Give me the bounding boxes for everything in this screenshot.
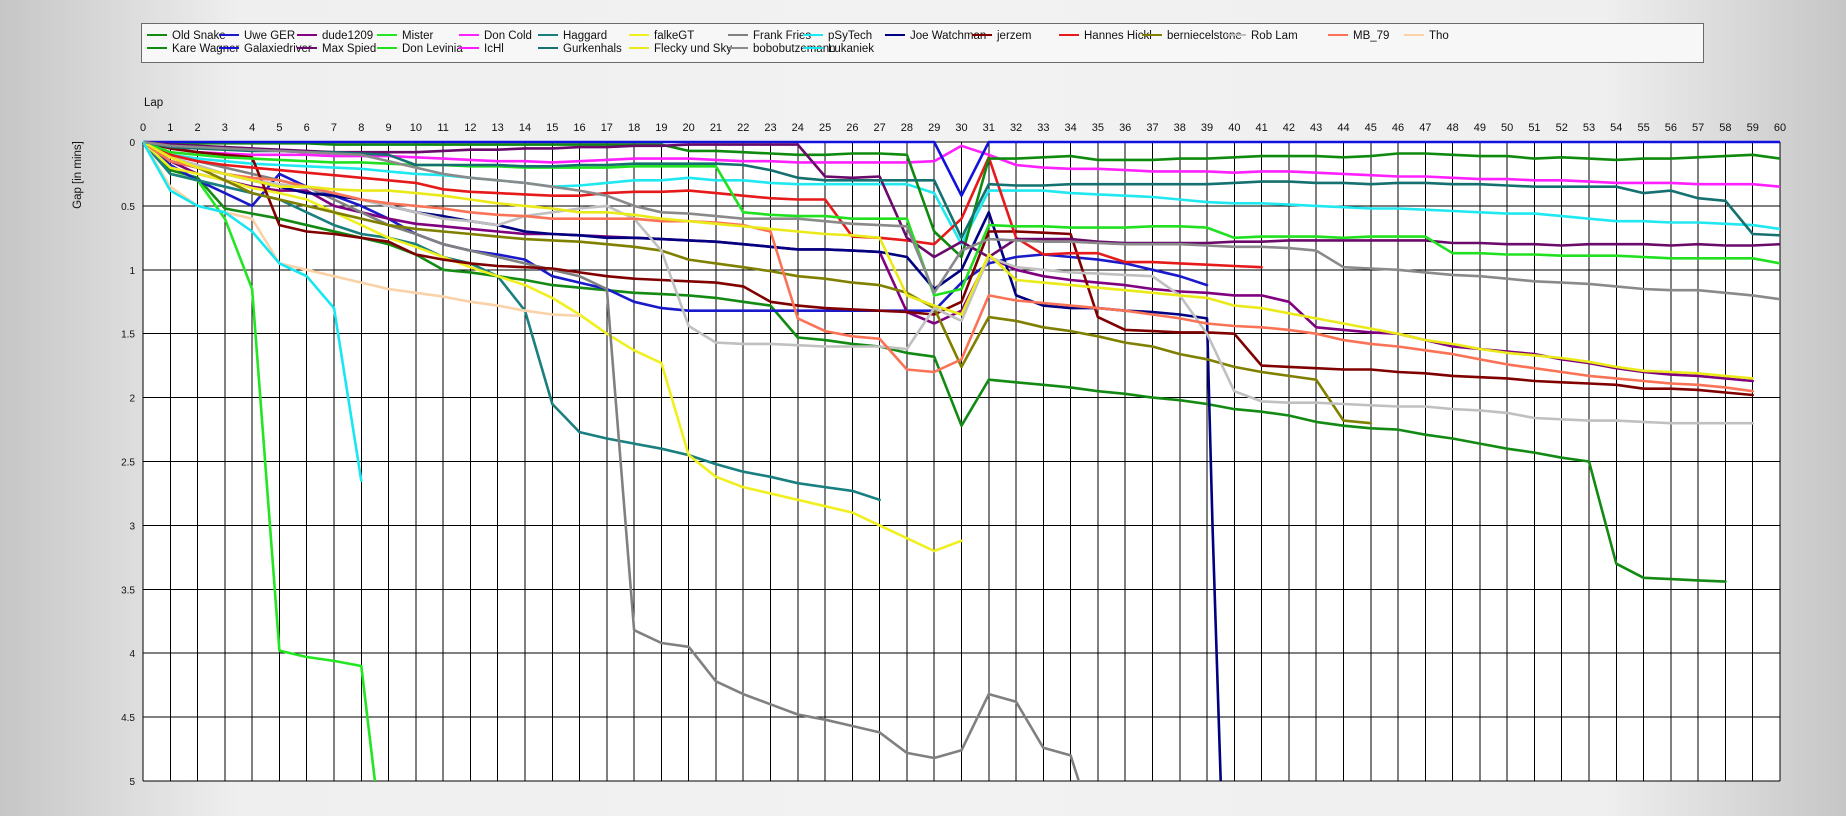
- x-tick-label: 4: [249, 122, 255, 134]
- y-tick-label: 4: [129, 649, 135, 660]
- x-tick-label: 2: [195, 122, 201, 134]
- x-tick-label: 51: [1528, 122, 1540, 134]
- x-tick-label: 53: [1583, 122, 1595, 134]
- x-tick-label: 26: [846, 122, 858, 134]
- x-tick-label: 54: [1610, 122, 1622, 134]
- y-tick-label: 4.5: [121, 713, 135, 724]
- x-tick-label: 24: [792, 122, 804, 134]
- x-tick-label: 48: [1446, 122, 1458, 134]
- x-tick-label: 45: [1365, 122, 1377, 134]
- x-tick-label: 49: [1474, 122, 1486, 134]
- x-tick-label: 9: [385, 122, 391, 134]
- x-tick-label: 56: [1665, 122, 1677, 134]
- x-tick-label: 6: [304, 122, 310, 134]
- x-tick-label: 39: [1201, 122, 1213, 134]
- x-tick-label: 46: [1392, 122, 1404, 134]
- x-tick-label: 42: [1283, 122, 1295, 134]
- x-tick-label: 43: [1310, 122, 1322, 134]
- x-tick-label: 15: [546, 122, 558, 134]
- y-tick-label: 0.5: [121, 202, 135, 213]
- x-tick-label: 36: [1119, 122, 1131, 134]
- x-tick-label: 8: [358, 122, 364, 134]
- x-tick-label: 34: [1065, 122, 1077, 134]
- x-tick-label: 37: [1146, 122, 1158, 134]
- x-tick-label: 44: [1337, 122, 1349, 134]
- x-tick-label: 41: [1255, 122, 1267, 134]
- x-tick-label: 57: [1692, 122, 1704, 134]
- x-tick-label: 1: [167, 122, 173, 134]
- x-tick-label: 20: [683, 122, 695, 134]
- x-tick-label: 31: [983, 122, 995, 134]
- lap-gap-chart: Old Snake Uwe GER dude1209 Mister Don Cold Ha…: [0, 0, 1846, 816]
- y-tick-label: 2.5: [121, 458, 135, 469]
- x-tick-label: 10: [410, 122, 422, 134]
- y-tick-label: 2: [129, 394, 135, 405]
- x-tick-label: 12: [464, 122, 476, 134]
- x-tick-label: 5: [276, 122, 282, 134]
- x-tick-label: 50: [1501, 122, 1513, 134]
- x-tick-label: 52: [1556, 122, 1568, 134]
- y-tick-label: 1: [129, 266, 135, 277]
- x-tick-label: 29: [928, 122, 940, 134]
- x-tick-label: 27: [874, 122, 886, 134]
- x-tick-label: 17: [601, 122, 613, 134]
- x-tick-label: 28: [901, 122, 913, 134]
- y-axis-label: Gap [in mins]: [72, 141, 84, 209]
- x-tick-label: 38: [1174, 122, 1186, 134]
- x-tick-label: 14: [519, 122, 531, 134]
- x-tick-label: 23: [764, 122, 776, 134]
- x-tick-label: 13: [492, 122, 504, 134]
- plot-area: Lap Gap [in mins] 0 1 2 3 4 5 6 7 8 9 10 11 12 13 14 15…: [72, 97, 1786, 788]
- x-tick-label: 59: [1747, 122, 1759, 134]
- x-tick-label: 7: [331, 122, 337, 134]
- x-tick-label: 22: [737, 122, 749, 134]
- y-tick-label: 0: [129, 138, 135, 149]
- y-tick-label: 1.5: [121, 330, 135, 341]
- x-axis-label: Lap: [144, 97, 163, 109]
- x-tick-label: 3: [222, 122, 228, 134]
- y-tick-label: 3: [129, 521, 135, 532]
- x-tick-label: 0: [140, 122, 146, 134]
- x-tick-label: 58: [1719, 122, 1731, 134]
- x-tick-label: 60: [1774, 122, 1786, 134]
- x-tick-label: 30: [955, 122, 967, 134]
- x-tick-label: 25: [819, 122, 831, 134]
- x-tick-label: 35: [1092, 122, 1104, 134]
- y-tick-label: 5: [129, 777, 135, 788]
- x-tick-label: 18: [628, 122, 640, 134]
- x-tick-label: 40: [1228, 122, 1240, 134]
- x-tick-label: 32: [1010, 122, 1022, 134]
- y-tick-label: 3.5: [121, 585, 135, 596]
- x-tick-label: 55: [1637, 122, 1649, 134]
- x-tick-label: 47: [1419, 122, 1431, 134]
- x-tick-label: 33: [1037, 122, 1049, 134]
- x-tick-label: 19: [655, 122, 667, 134]
- x-tick-label: 21: [710, 122, 722, 134]
- x-tick-label: 11: [437, 122, 448, 134]
- x-tick-label: 16: [573, 122, 585, 134]
